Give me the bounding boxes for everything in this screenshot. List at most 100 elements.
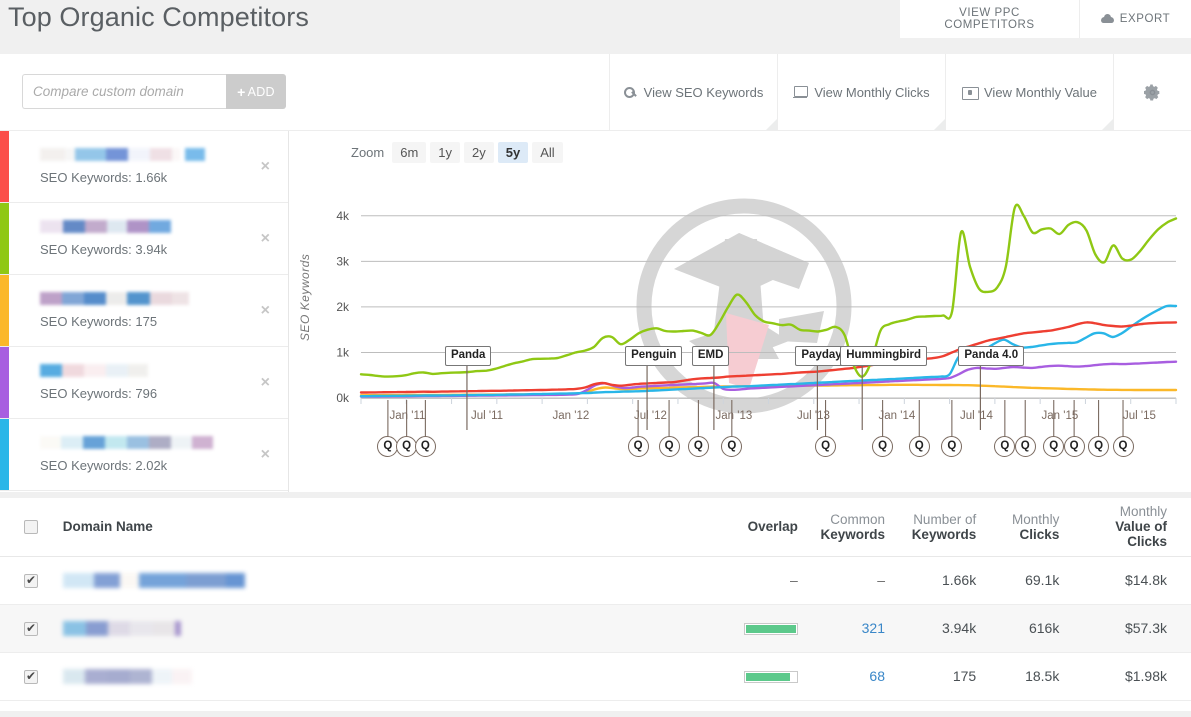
tab-label: View Monthly Clicks (814, 85, 929, 100)
row-domain-cell[interactable] (53, 556, 722, 604)
row-checkbox[interactable] (24, 622, 38, 636)
header-actions: VIEW PPC COMPETITORS EXPORT (900, 0, 1191, 38)
competitor-list-item[interactable]: SEO Keywords: 2.02k× (0, 419, 288, 491)
competitor-seo-keywords-count: SEO Keywords: 3.94k (40, 242, 288, 257)
competitor-seo-keywords-count: SEO Keywords: 796 (40, 386, 288, 401)
chart-event-label[interactable]: Penguin (625, 346, 682, 366)
row-checkbox[interactable] (24, 574, 38, 588)
competitor-sidebar-list: SEO Keywords: 1.66k×SEO Keywords: 3.94k×… (0, 131, 289, 492)
chart-quarter-marker[interactable]: Q (872, 436, 893, 457)
common-keywords-link[interactable]: 68 (869, 668, 885, 684)
overlap-bar (744, 623, 798, 635)
table-header-row: Domain Name Overlap Common Keywords Numb… (0, 498, 1191, 556)
column-label-bottom: Clicks (996, 527, 1059, 542)
row-monthly-value-cell: $14.8k (1069, 556, 1191, 604)
tab-view-seo-keywords[interactable]: View SEO Keywords (609, 54, 777, 130)
chart-quarter-marker[interactable]: Q (909, 436, 930, 457)
column-label-top: Monthly (996, 512, 1059, 527)
chart-quarter-marker[interactable]: Q (628, 436, 649, 457)
common-keywords-link[interactable]: 321 (862, 620, 885, 636)
competitor-list-item[interactable]: SEO Keywords: 3.94k× (0, 203, 288, 275)
domain-name-redacted (63, 573, 712, 588)
column-label-bottom: Keywords (818, 527, 885, 542)
tab-label: View Monthly Value (984, 85, 1097, 100)
overlap-value: – (790, 572, 798, 588)
competitor-list-item[interactable]: SEO Keywords: 1.66k× (0, 131, 288, 203)
competitor-domain-redacted (40, 436, 288, 449)
chart-event-label[interactable]: EMD (692, 346, 730, 366)
domain-name-redacted (63, 669, 712, 684)
column-overlap[interactable]: Overlap (722, 498, 808, 556)
remove-competitor-icon[interactable]: × (261, 447, 270, 463)
chart-quarter-marker[interactable]: Q (396, 436, 417, 457)
chart-x-tick-label: Jan '11 (390, 410, 426, 422)
row-common-keywords-cell: – (808, 556, 895, 604)
competitors-table-wrapper: Domain Name Overlap Common Keywords Numb… (0, 492, 1191, 711)
monitor-icon (793, 86, 807, 98)
row-overlap-cell: – (722, 556, 808, 604)
table-row[interactable]: ––1.66k69.1k$14.8k (0, 556, 1191, 604)
export-button[interactable]: EXPORT (1080, 0, 1191, 38)
chart-event-label[interactable]: Panda 4.0 (958, 346, 1024, 366)
chart-quarter-marker[interactable]: Q (659, 436, 680, 457)
chart-quarter-marker[interactable]: Q (1113, 436, 1134, 457)
competitor-list-item[interactable]: SEO Keywords: 796× (0, 347, 288, 419)
tab-view-monthly-clicks[interactable]: View Monthly Clicks (777, 54, 945, 130)
chart-event-label[interactable]: Hummingbird (840, 346, 927, 366)
row-domain-cell[interactable] (53, 652, 722, 700)
domain-name-redacted (63, 621, 712, 636)
overlap-bar (744, 671, 798, 683)
plus-icon: + (237, 85, 245, 99)
column-common-keywords[interactable]: Common Keywords (808, 498, 895, 556)
page-header: Top Organic Competitors VIEW PPC COMPETI… (0, 0, 1191, 54)
cloud-download-icon (1101, 14, 1114, 24)
row-common-keywords-cell[interactable]: 321 (808, 604, 895, 652)
column-number-of-keywords[interactable]: Number of Keywords (895, 498, 986, 556)
tab-view-monthly-value[interactable]: View Monthly Value (945, 54, 1113, 130)
column-label-bottom: Keywords (905, 527, 976, 542)
row-monthly-value-cell: $1.98k (1069, 652, 1191, 700)
remove-competitor-icon[interactable]: × (261, 375, 270, 391)
chart-quarter-marker[interactable]: Q (688, 436, 709, 457)
settings-button[interactable] (1113, 54, 1190, 130)
add-button-label: ADD (248, 85, 275, 99)
competitor-domain-redacted (40, 364, 288, 377)
select-all-header (0, 498, 53, 556)
compare-domain-input[interactable] (22, 74, 226, 109)
remove-competitor-icon[interactable]: × (261, 159, 270, 175)
remove-competitor-icon[interactable]: × (261, 231, 270, 247)
chart-x-tick-label: Jul '15 (1123, 410, 1156, 422)
page-title: Top Organic Competitors (8, 2, 309, 33)
chart-quarter-marker[interactable]: Q (1015, 436, 1036, 457)
row-number-of-keywords-cell: 175 (895, 652, 986, 700)
view-ppc-competitors-button[interactable]: VIEW PPC COMPETITORS (900, 0, 1080, 38)
add-domain-button[interactable]: + ADD (226, 74, 286, 109)
svg-text:0k: 0k (336, 391, 350, 405)
column-domain-name[interactable]: Domain Name (53, 498, 722, 556)
competitor-seo-keywords-count: SEO Keywords: 2.02k (40, 458, 288, 473)
competitors-table: Domain Name Overlap Common Keywords Numb… (0, 498, 1191, 701)
chart-quarter-marker[interactable]: Q (815, 436, 836, 457)
chart-x-tick-label: Jul '14 (960, 410, 993, 422)
chart-event-label[interactable]: Panda (445, 346, 492, 366)
remove-competitor-icon[interactable]: × (261, 303, 270, 319)
table-row[interactable]: 6817518.5k$1.98k (0, 652, 1191, 700)
row-checkbox[interactable] (24, 670, 38, 684)
column-monthly-clicks[interactable]: Monthly Clicks (986, 498, 1069, 556)
table-row[interactable]: 3213.94k616k$57.3k (0, 604, 1191, 652)
competitor-color-swatch (0, 203, 9, 274)
row-domain-cell[interactable] (53, 604, 722, 652)
view-tabs: View SEO Keywords View Monthly Clicks Vi… (609, 54, 1190, 130)
svg-text:4k: 4k (336, 209, 350, 223)
column-monthly-value-of-clicks[interactable]: Monthly Value of Clicks (1069, 498, 1191, 556)
row-monthly-clicks-cell: 616k (986, 604, 1069, 652)
competitor-list-item[interactable]: SEO Keywords: 175× (0, 275, 288, 347)
chart-quarter-marker[interactable]: Q (415, 436, 436, 457)
gear-icon (1144, 84, 1161, 101)
select-all-checkbox[interactable] (24, 520, 38, 534)
chart-quarter-marker[interactable]: Q (1088, 436, 1109, 457)
key-icon (624, 86, 637, 99)
chart-quarter-marker[interactable]: Q (1064, 436, 1085, 457)
row-common-keywords-cell[interactable]: 68 (808, 652, 895, 700)
common-keywords-value: – (877, 572, 885, 588)
